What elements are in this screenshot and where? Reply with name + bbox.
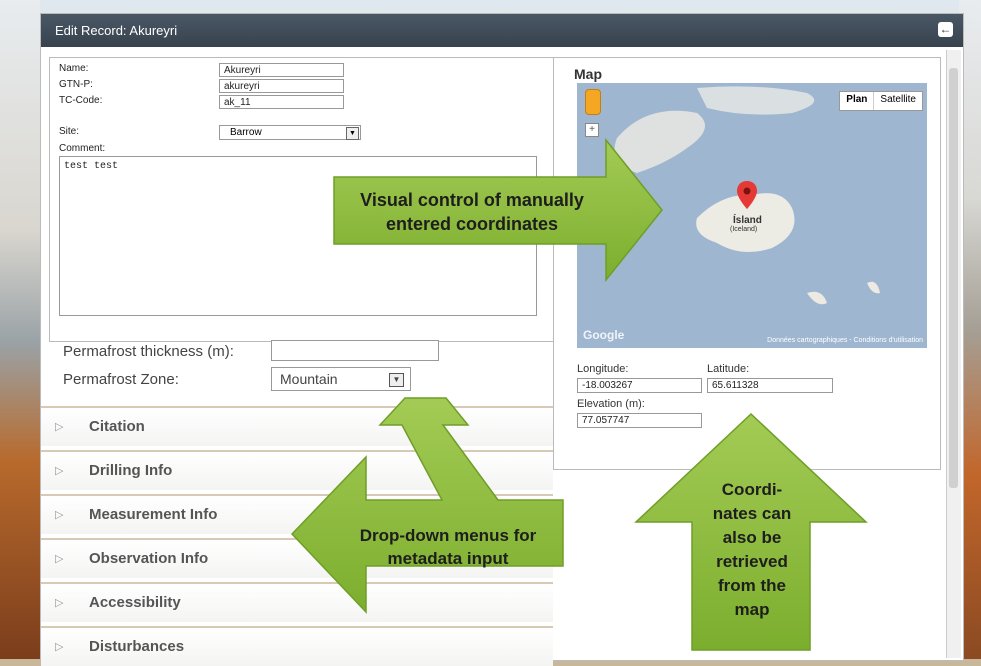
permafrost-thickness-label: Permafrost thickness (m): bbox=[63, 343, 234, 360]
permafrost-thickness-input[interactable] bbox=[271, 340, 439, 361]
elevation-label: Elevation (m): bbox=[577, 398, 645, 410]
gtnp-label: GTN-P: bbox=[59, 79, 93, 90]
map-title: Map bbox=[574, 66, 602, 82]
section-citation[interactable]: ▷ Citation bbox=[41, 406, 553, 446]
expand-triangle-icon: ▷ bbox=[55, 465, 64, 477]
street-view-pegman-icon[interactable] bbox=[585, 89, 601, 115]
map-attribution-link[interactable]: Données cartographiques - Conditions d'u… bbox=[767, 337, 923, 344]
tccode-input[interactable]: ak_11 bbox=[219, 95, 344, 109]
gtnp-input[interactable]: akureyri bbox=[219, 79, 344, 93]
map-type-control: Plan Satellite bbox=[839, 91, 923, 111]
tccode-label: TC-Code: bbox=[59, 95, 103, 106]
section-drilling-info[interactable]: ▷ Drilling Info bbox=[41, 450, 553, 490]
chevron-down-icon[interactable]: ▼ bbox=[389, 373, 404, 387]
expand-triangle-icon: ▷ bbox=[55, 421, 64, 433]
callout-text-dropdown: Drop-down menus for metadata input bbox=[359, 526, 537, 568]
vertical-scrollbar[interactable] bbox=[946, 50, 961, 658]
location-marker-icon[interactable] bbox=[737, 181, 757, 209]
window-title: Edit Record: Akureyri bbox=[55, 23, 178, 38]
site-select[interactable]: Barrow ▼ bbox=[219, 125, 361, 140]
map-place-sublabel: (Iceland) bbox=[730, 226, 758, 233]
permafrost-zone-value: Mountain bbox=[280, 371, 338, 387]
elevation-input[interactable]: 77.057747 bbox=[577, 413, 702, 428]
callout-text-retrieve: Coordi-nates can also be retrieved from … bbox=[712, 480, 792, 619]
scrollbar-thumb[interactable] bbox=[949, 68, 958, 488]
permafrost-zone-label: Permafrost Zone: bbox=[63, 371, 179, 388]
longitude-label: Longitude: bbox=[577, 363, 629, 375]
map-type-satellite-button[interactable]: Satellite bbox=[874, 92, 922, 110]
permafrost-zone-select[interactable]: Mountain ▼ bbox=[271, 367, 411, 391]
section-label: Disturbances bbox=[89, 638, 185, 655]
map-panel: Map + Plan Satellite Ísland (Iceland) Go… bbox=[553, 57, 941, 470]
expand-triangle-icon: ▷ bbox=[55, 509, 64, 521]
expand-triangle-icon: ▷ bbox=[55, 597, 64, 609]
name-input[interactable]: Akureyri bbox=[219, 63, 344, 77]
section-label: Drilling Info bbox=[89, 462, 173, 479]
map-place-label: Ísland bbox=[733, 215, 762, 226]
map-type-plan-button[interactable]: Plan bbox=[840, 92, 875, 110]
section-disturbances[interactable]: ▷ Disturbances bbox=[41, 626, 553, 666]
longitude-input[interactable]: -18.003267 bbox=[577, 378, 702, 393]
expand-triangle-icon: ▷ bbox=[55, 553, 64, 565]
back-arrow-icon[interactable]: ← bbox=[938, 22, 953, 37]
latitude-input[interactable]: 65.611328 bbox=[707, 378, 833, 393]
callout-text-map-control: Visual control of manually entered coord… bbox=[360, 190, 584, 234]
background-left-strip bbox=[0, 0, 40, 659]
site-select-value: Barrow bbox=[230, 127, 262, 138]
latitude-label: Latitude: bbox=[707, 363, 750, 375]
zoom-in-icon[interactable]: + bbox=[585, 123, 599, 137]
section-label: Accessibility bbox=[89, 594, 181, 611]
map-view[interactable]: + Plan Satellite Ísland (Iceland) Google… bbox=[577, 83, 927, 348]
comment-label: Comment: bbox=[59, 143, 106, 154]
expand-triangle-icon: ▷ bbox=[55, 641, 64, 653]
comment-textarea[interactable]: test test bbox=[59, 156, 537, 316]
section-label: Observation Info bbox=[89, 550, 209, 567]
google-logo: Google bbox=[583, 328, 625, 342]
chevron-down-icon[interactable]: ▼ bbox=[346, 127, 359, 140]
section-label: Measurement Info bbox=[89, 506, 218, 523]
section-accessibility[interactable]: ▷ Accessibility bbox=[41, 582, 553, 622]
name-label: Name: bbox=[59, 63, 89, 74]
site-label: Site: bbox=[59, 126, 80, 137]
title-bar: Edit Record: Akureyri ← bbox=[41, 14, 963, 47]
section-label: Citation bbox=[89, 418, 145, 435]
